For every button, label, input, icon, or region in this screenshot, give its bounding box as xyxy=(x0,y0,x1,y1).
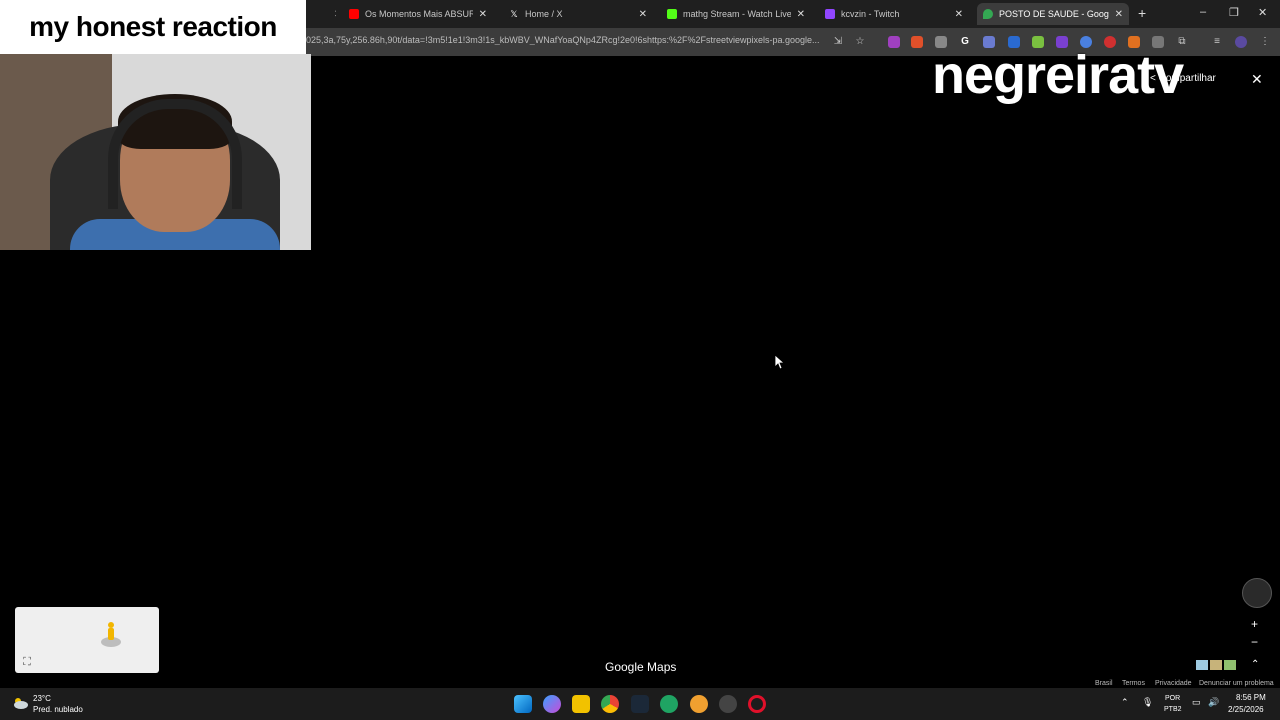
maps-pin-icon xyxy=(983,9,993,19)
weather-temperature[interactable]: 23°C xyxy=(33,694,51,703)
zoom-out-button[interactable]: − xyxy=(1251,635,1258,649)
show-hidden-icons-chevron[interactable]: ⌃ xyxy=(1121,697,1129,708)
input-language[interactable]: POR xyxy=(1165,695,1180,702)
tab-title: mathg Stream - Watch Live on xyxy=(683,9,791,19)
restore-icon[interactable]: ❐ xyxy=(1229,6,1239,19)
channel-watermark: negreiratv xyxy=(932,45,1184,105)
close-icon[interactable]: ✕ xyxy=(1115,9,1123,20)
tab-title: Home / X xyxy=(525,9,563,19)
pegman-icon[interactable] xyxy=(100,620,122,648)
weather-description[interactable]: Pred. nublado xyxy=(33,705,83,714)
tab-google-maps[interactable]: POSTO DE SAUDE - Google Ma ✕ xyxy=(977,3,1129,25)
install-app-icon[interactable]: ⇲ xyxy=(832,36,844,48)
report-problem-link[interactable]: Denunciar um problema xyxy=(1199,680,1274,687)
twitch-icon xyxy=(825,9,835,19)
privacy-link[interactable]: Privacidade xyxy=(1155,680,1192,687)
keyboard-layout[interactable]: PTB2 xyxy=(1164,706,1182,713)
share-icon: < xyxy=(1150,73,1156,84)
tab-x[interactable]: 𝕏 Home / X ✕ xyxy=(503,3,653,25)
kick-icon xyxy=(667,9,677,19)
close-icon[interactable]: ✕ xyxy=(797,9,805,20)
compass-icon[interactable] xyxy=(1242,578,1272,608)
zoom-in-button[interactable]: + xyxy=(1251,617,1258,631)
minimize-icon[interactable]: – xyxy=(1200,6,1206,18)
close-icon[interactable]: ✕ xyxy=(955,9,963,20)
file-explorer-icon[interactable] xyxy=(572,695,590,713)
close-icon[interactable]: ✕ xyxy=(639,9,647,20)
app-icon[interactable] xyxy=(719,695,737,713)
share-button[interactable]: < Compartilhar xyxy=(1150,73,1216,84)
extension-icon[interactable] xyxy=(888,36,900,48)
steam-icon[interactable] xyxy=(631,695,649,713)
layers-icon[interactable] xyxy=(1196,658,1240,672)
copilot-icon[interactable] xyxy=(543,695,561,713)
terms-link[interactable]: Termos xyxy=(1122,680,1145,687)
tab-twitch[interactable]: kcvzin - Twitch ✕ xyxy=(819,3,969,25)
extension-icon[interactable] xyxy=(911,36,923,48)
bookmark-star-icon[interactable]: ☆ xyxy=(854,36,866,48)
close-icon[interactable]: ✕ xyxy=(479,9,487,20)
mouse-cursor-icon xyxy=(775,355,785,369)
media-controls-icon[interactable]: ≡ xyxy=(1211,36,1223,48)
address-bar[interactable]: 025,3a,75y,256.86h,90t/data=!3m5!1e1!3m3… xyxy=(306,35,826,45)
tab-close-button[interactable]: ✕ xyxy=(322,3,336,25)
x-logo-icon: 𝕏 xyxy=(509,9,519,19)
app-icon[interactable] xyxy=(660,695,678,713)
app-icon[interactable] xyxy=(690,695,708,713)
clock-time[interactable]: 8:56 PM xyxy=(1236,693,1266,702)
more-menu-icon[interactable]: ⋮ xyxy=(1259,36,1271,48)
headphones xyxy=(108,99,242,209)
close-streetview-button[interactable]: ✕ xyxy=(1251,71,1263,88)
streetview-minimap[interactable] xyxy=(15,607,159,673)
windows-taskbar: 23°C Pred. nublado ⌃ 🎙 POR PTB2 ▭ 🔊 8:56… xyxy=(0,688,1280,720)
webcam-feed xyxy=(0,54,311,250)
clock-date[interactable]: 2/25/2026 xyxy=(1228,705,1264,714)
chrome-icon[interactable] xyxy=(601,695,619,713)
display-icon[interactable]: ▭ xyxy=(1192,697,1201,708)
expand-minimap-icon[interactable]: ⛶ xyxy=(20,655,34,669)
footer-country: Brasil xyxy=(1095,680,1113,687)
google-maps-logo: Google Maps xyxy=(605,660,677,674)
opera-icon[interactable] xyxy=(748,695,766,713)
youtube-icon xyxy=(349,9,359,19)
chevron-up-icon[interactable]: ⌃ xyxy=(1251,659,1259,670)
tab-kick[interactable]: mathg Stream - Watch Live on ✕ xyxy=(661,3,811,25)
start-windows-icon[interactable] xyxy=(514,695,532,713)
profile-avatar[interactable] xyxy=(1235,36,1247,48)
new-tab-button[interactable]: + xyxy=(1138,5,1146,21)
tab-title: POSTO DE SAUDE - Google Ma xyxy=(999,9,1109,19)
tab-title: kcvzin - Twitch xyxy=(841,9,900,19)
reaction-caption: my honest reaction xyxy=(0,0,306,54)
window-close-icon[interactable]: ✕ xyxy=(1258,6,1267,19)
close-icon[interactable]: ✕ xyxy=(334,9,336,20)
share-label: Compartilhar xyxy=(1158,73,1216,84)
cloudy-weather-icon[interactable] xyxy=(12,696,28,710)
volume-icon[interactable]: 🔊 xyxy=(1208,697,1219,708)
tab-youtube[interactable]: Os Momentos Mais ABSURDOS ✕ xyxy=(343,3,493,25)
tab-title: Os Momentos Mais ABSURDOS xyxy=(365,9,473,19)
microphone-icon[interactable]: 🎙 xyxy=(1142,697,1153,708)
